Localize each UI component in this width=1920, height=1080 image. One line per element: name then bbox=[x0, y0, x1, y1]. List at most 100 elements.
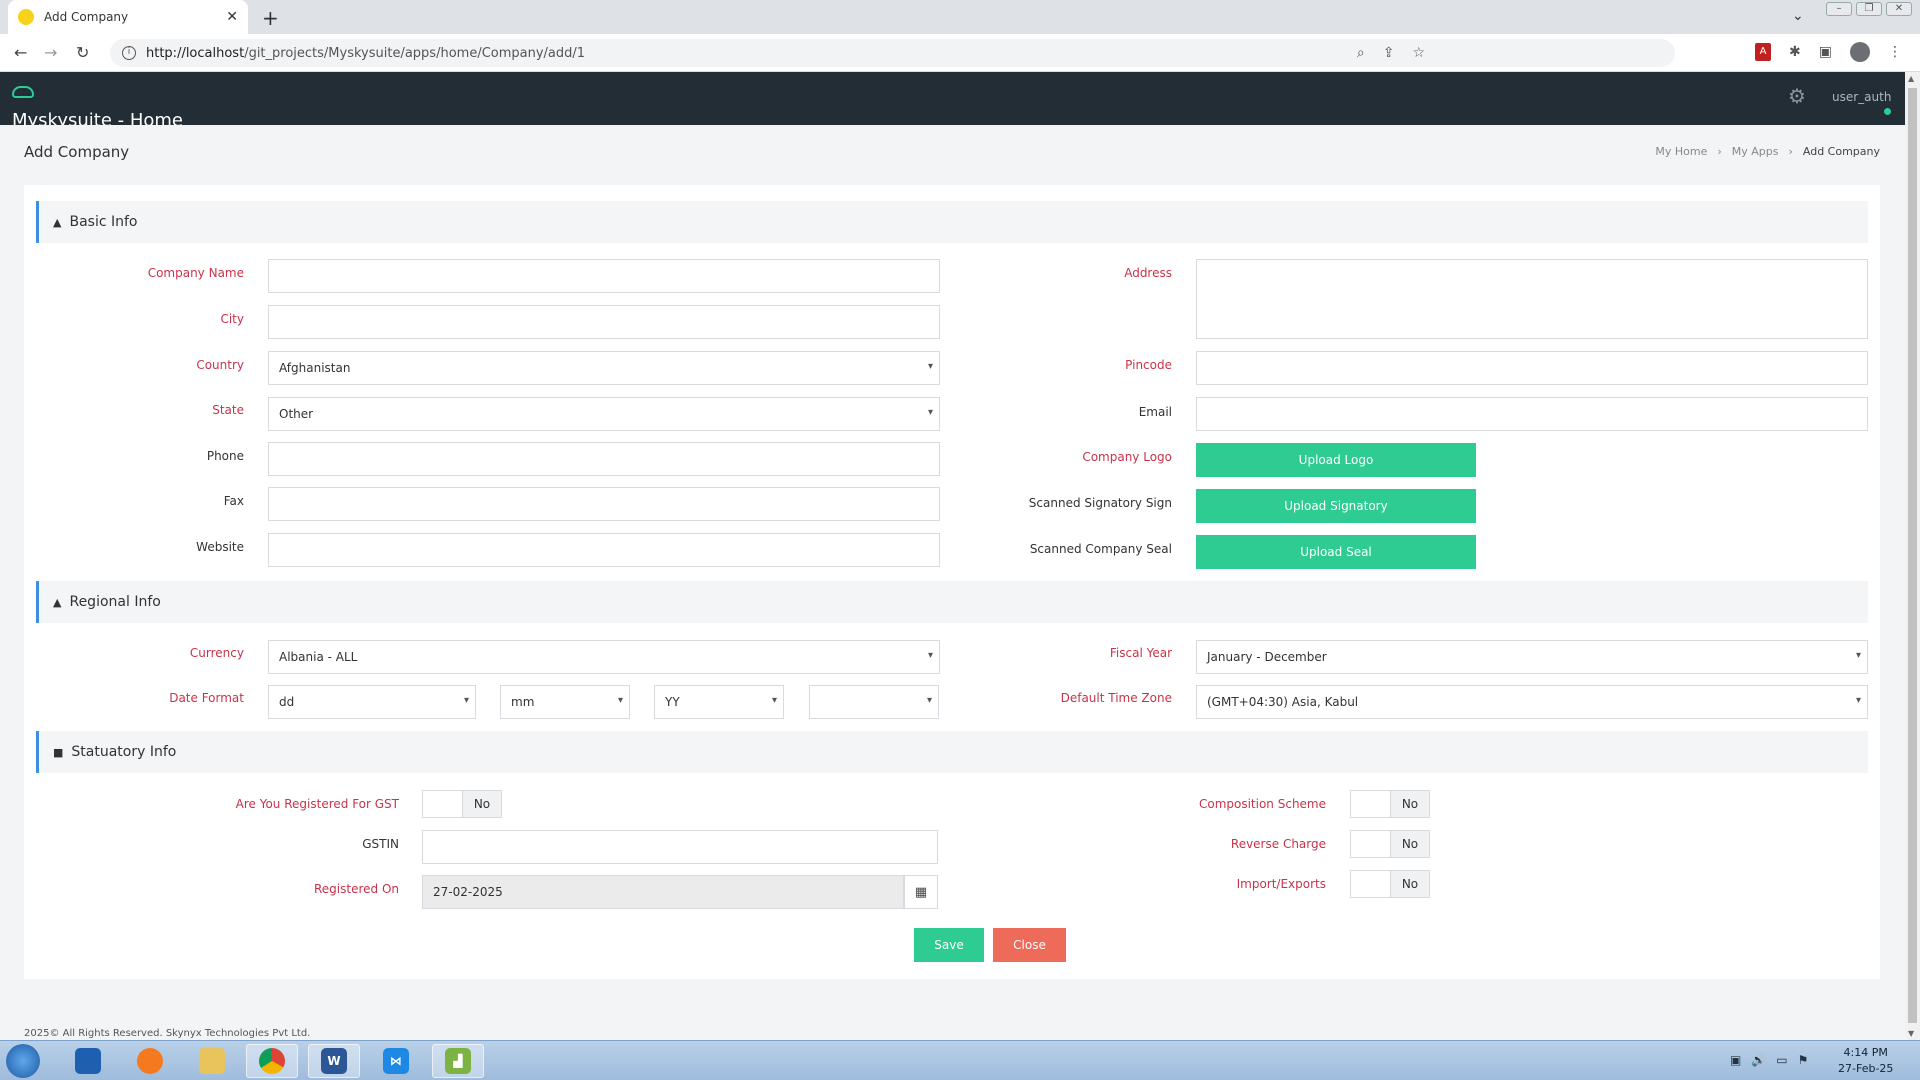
tray-app-icon[interactable]: ▣ bbox=[1730, 1053, 1741, 1067]
upload-logo-button[interactable]: Upload Logo bbox=[1196, 443, 1476, 477]
city-input[interactable] bbox=[268, 305, 940, 339]
save-button[interactable]: Save bbox=[914, 928, 984, 962]
browser-tab[interactable]: Add Company ✕ bbox=[8, 0, 248, 34]
address-textarea[interactable] bbox=[1196, 259, 1868, 339]
email-input[interactable] bbox=[1196, 397, 1868, 431]
phone-label: Phone bbox=[206, 449, 244, 463]
registered-on-input[interactable]: 27-02-2025 bbox=[422, 875, 904, 909]
import-exports-toggle[interactable]: No bbox=[1350, 870, 1430, 898]
pdf-extension-icon[interactable]: A bbox=[1755, 43, 1771, 61]
favicon-icon bbox=[18, 9, 34, 25]
close-window-icon[interactable]: ✕ bbox=[1886, 2, 1912, 16]
company-seal-label: Scanned Company Seal bbox=[1029, 542, 1172, 556]
scroll-up-icon[interactable]: ▲ bbox=[1908, 74, 1914, 83]
app-name[interactable]: Myskysuite - Home bbox=[12, 110, 183, 125]
upload-signatory-button[interactable]: Upload Signatory bbox=[1196, 489, 1476, 523]
toggle-knob bbox=[1351, 791, 1391, 817]
scroll-thumb[interactable] bbox=[1908, 88, 1917, 1023]
action-center-icon[interactable]: ⚑ bbox=[1798, 1053, 1809, 1067]
user-name[interactable]: user_auth bbox=[1832, 90, 1891, 104]
volume-icon[interactable]: 🔊 bbox=[1751, 1053, 1766, 1067]
taskbar-vscode[interactable]: ⋈ bbox=[370, 1044, 422, 1078]
taskbar-file-explorer[interactable] bbox=[186, 1044, 238, 1078]
time-zone-select[interactable]: (GMT+04:30) Asia, Kabul bbox=[1196, 685, 1868, 719]
taskbar-chrome[interactable] bbox=[246, 1044, 298, 1078]
profile-avatar-icon[interactable] bbox=[1849, 42, 1870, 62]
close-button[interactable]: Close bbox=[993, 928, 1066, 962]
toggle-value: No bbox=[463, 791, 501, 817]
form-card: ▲ Basic Info Company Name City Country A… bbox=[24, 185, 1880, 979]
city-label: City bbox=[220, 312, 244, 326]
folder-icon bbox=[199, 1048, 225, 1074]
toggle-value: No bbox=[1391, 831, 1429, 857]
state-label: State bbox=[212, 403, 244, 417]
taskbar-clock[interactable]: 4:14 PM 27-Feb-25 bbox=[1838, 1045, 1893, 1077]
taskbar-word[interactable]: W bbox=[308, 1044, 360, 1078]
back-icon[interactable]: ← bbox=[14, 43, 27, 62]
website-input[interactable] bbox=[268, 533, 940, 567]
section-title: Statuatory Info bbox=[71, 744, 177, 760]
state-select[interactable]: Other bbox=[268, 397, 940, 431]
breadcrumb-home[interactable]: My Home bbox=[1655, 145, 1707, 158]
gst-registered-toggle[interactable]: No bbox=[422, 790, 502, 818]
window-controls: – ❐ ✕ bbox=[1826, 2, 1912, 16]
zoom-icon[interactable]: ⌕ bbox=[1357, 45, 1365, 61]
composition-scheme-toggle[interactable]: No bbox=[1350, 790, 1430, 818]
date-format-month-select[interactable]: mm bbox=[500, 685, 630, 719]
os-taskbar: W ⋈ ▟ ▣ 🔊 ▭ ⚑ 4:14 PM 27-Feb-25 bbox=[0, 1040, 1920, 1080]
network-icon[interactable]: ▭ bbox=[1776, 1053, 1787, 1067]
calendar-icon[interactable]: ▦ bbox=[904, 875, 938, 909]
minimize-icon[interactable]: – bbox=[1826, 2, 1852, 16]
site-info-icon[interactable]: i bbox=[122, 46, 136, 60]
new-tab-button[interactable]: + bbox=[262, 6, 279, 30]
taskbar-app-chart[interactable]: ▟ bbox=[432, 1044, 484, 1078]
reverse-charge-toggle[interactable]: No bbox=[1350, 830, 1430, 858]
pincode-input[interactable] bbox=[1196, 351, 1868, 385]
extensions-area: A ✱ ▣ ⋮ bbox=[1755, 42, 1902, 62]
puzzle-extensions-icon[interactable]: ✱ bbox=[1789, 44, 1801, 60]
restore-icon[interactable]: ❐ bbox=[1856, 2, 1882, 16]
date-format-year-select[interactable]: YY bbox=[654, 685, 784, 719]
gear-icon[interactable]: ⚙ bbox=[1788, 84, 1806, 108]
online-status-dot bbox=[1884, 108, 1891, 115]
side-panel-icon[interactable]: ▣ bbox=[1819, 44, 1832, 60]
fax-label: Fax bbox=[223, 494, 244, 508]
menu-kebab-icon[interactable]: ⋮ bbox=[1888, 44, 1902, 60]
company-name-input[interactable] bbox=[268, 259, 940, 293]
bookmark-star-icon[interactable]: ☆ bbox=[1412, 45, 1425, 61]
phone-input[interactable] bbox=[268, 442, 940, 476]
date-format-label: Date Format bbox=[169, 691, 244, 705]
reverse-charge-label: Reverse Charge bbox=[1230, 837, 1326, 851]
currency-select[interactable]: Albania - ALL bbox=[268, 640, 940, 674]
date-format-day-select[interactable]: dd bbox=[268, 685, 476, 719]
share-icon[interactable]: ⇪ bbox=[1383, 45, 1395, 61]
tab-search-icon[interactable]: ⌄ bbox=[1792, 8, 1804, 24]
country-select[interactable]: Afghanistan bbox=[268, 351, 940, 385]
fax-input[interactable] bbox=[268, 487, 940, 521]
section-title: Basic Info bbox=[69, 214, 138, 230]
page-scrollbar[interactable]: ▲ ▼ bbox=[1905, 72, 1920, 1040]
taskbar-firefox[interactable] bbox=[124, 1044, 176, 1078]
tab-close-icon[interactable]: ✕ bbox=[226, 9, 238, 25]
fiscal-year-select[interactable]: January - December bbox=[1196, 640, 1868, 674]
breadcrumb-apps[interactable]: My Apps bbox=[1732, 145, 1779, 158]
taskbar-app-generic[interactable] bbox=[62, 1044, 114, 1078]
reload-icon[interactable]: ↻ bbox=[76, 43, 89, 62]
toggle-knob bbox=[423, 791, 463, 817]
gstin-input[interactable] bbox=[422, 830, 938, 864]
url-text[interactable]: http://localhost/git_projects/Myskysuite… bbox=[146, 46, 585, 61]
app-window-icon bbox=[75, 1048, 101, 1074]
address-bar[interactable]: i http://localhost/git_projects/Myskysui… bbox=[110, 39, 1675, 67]
scroll-down-icon[interactable]: ▼ bbox=[1908, 1029, 1914, 1038]
forward-icon[interactable]: → bbox=[44, 43, 57, 62]
firefox-icon bbox=[137, 1048, 163, 1074]
section-title: Regional Info bbox=[69, 594, 161, 610]
time-zone-label: Default Time Zone bbox=[1060, 691, 1172, 705]
upload-seal-button[interactable]: Upload Seal bbox=[1196, 535, 1476, 569]
start-button-icon[interactable] bbox=[6, 1044, 40, 1078]
fiscal-year-label: Fiscal Year bbox=[1109, 646, 1172, 660]
import-exports-label: Import/Exports bbox=[1236, 877, 1326, 891]
toggle-knob bbox=[1351, 831, 1391, 857]
chrome-icon bbox=[259, 1048, 285, 1074]
date-format-separator-select[interactable] bbox=[809, 685, 939, 719]
